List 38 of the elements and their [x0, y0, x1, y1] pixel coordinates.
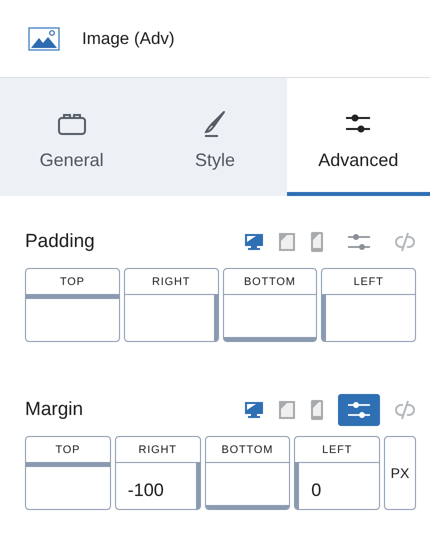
- dimension-field[interactable]: TOP: [25, 436, 111, 510]
- tablet-icon[interactable]: [278, 400, 296, 420]
- mobile-icon[interactable]: [310, 232, 324, 252]
- link-icon[interactable]: [394, 231, 416, 253]
- sliders-icon: [347, 233, 371, 251]
- unit-button[interactable]: PX: [384, 436, 416, 510]
- dimension-field[interactable]: LEFT: [321, 268, 416, 342]
- units-toggle[interactable]: [338, 394, 380, 426]
- desktop-icon[interactable]: [244, 400, 264, 420]
- field-label: TOP: [26, 269, 119, 295]
- dimension-field[interactable]: TOP: [25, 268, 120, 342]
- sliders-icon: [347, 401, 371, 419]
- mobile-icon[interactable]: [310, 400, 324, 420]
- section-title: Padding: [25, 231, 95, 253]
- tab[interactable]: Advanced: [286, 78, 430, 196]
- field-value: 0: [311, 478, 322, 500]
- dimension-field[interactable]: BOTTOM: [204, 436, 290, 510]
- tab[interactable]: General: [0, 78, 144, 196]
- panel-title: Image (Adv): [82, 28, 175, 48]
- field-label: LEFT: [322, 269, 415, 295]
- desktop-icon[interactable]: [244, 232, 264, 252]
- field-label: TOP: [26, 437, 110, 463]
- dimension-field[interactable]: RIGHT: [124, 268, 218, 342]
- field-label: RIGHT: [124, 269, 218, 295]
- dimension-field[interactable]: BOTTOM: [222, 268, 318, 342]
- tablet-icon[interactable]: [278, 232, 296, 252]
- image-icon: [28, 26, 60, 50]
- tab[interactable]: Style: [143, 78, 287, 196]
- dimension-field[interactable]: RIGHT -100: [114, 436, 200, 510]
- field-label: RIGHT: [116, 437, 200, 463]
- field-label: LEFT: [295, 437, 379, 463]
- field-value: -100: [128, 478, 164, 500]
- section-title: Margin: [25, 399, 84, 421]
- link-icon[interactable]: [394, 399, 416, 421]
- dimension-field[interactable]: LEFT 0: [294, 436, 380, 510]
- field-label: BOTTOM: [224, 269, 316, 295]
- brush-icon: [202, 110, 228, 138]
- field-label: BOTTOM: [206, 437, 290, 463]
